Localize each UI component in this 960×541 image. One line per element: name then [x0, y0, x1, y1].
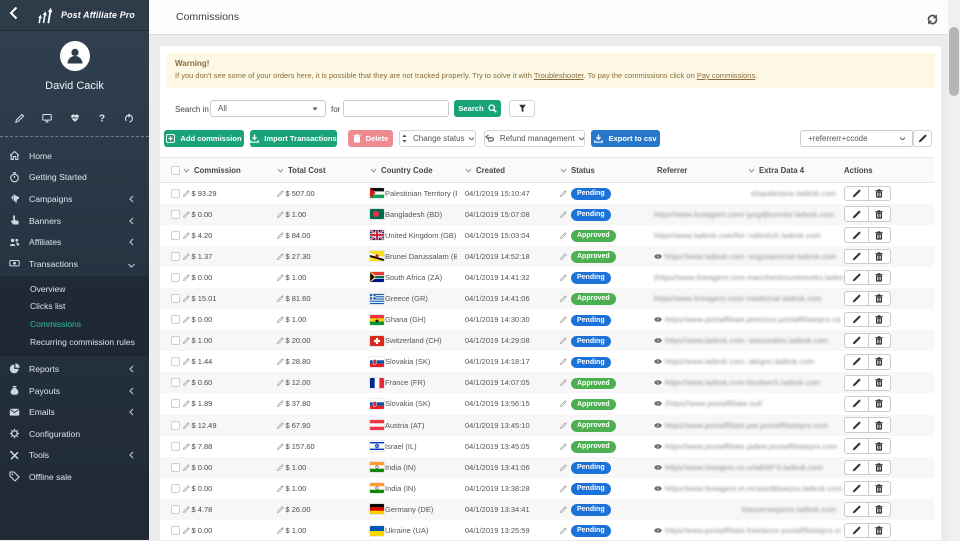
svg-text:?: ?	[99, 114, 105, 123]
